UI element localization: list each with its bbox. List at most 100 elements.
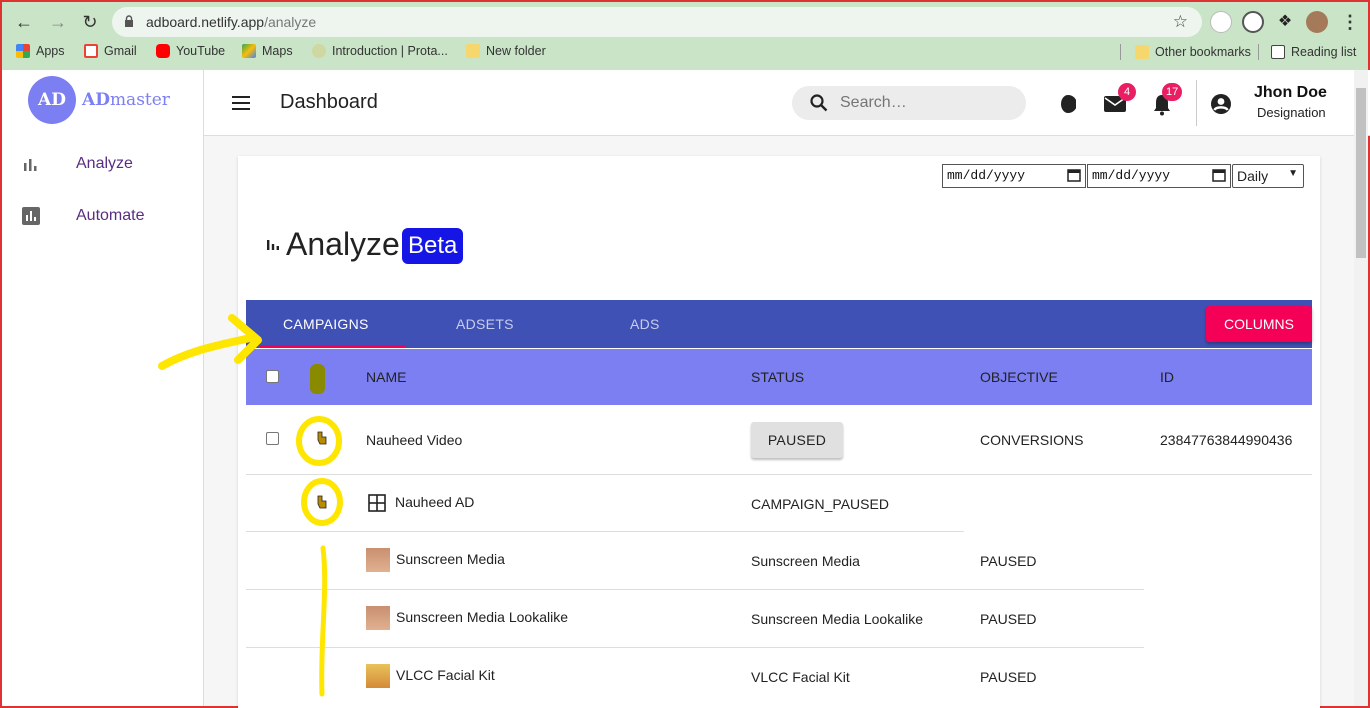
address-bar[interactable]: adboard.netlify.app/analyze ☆ xyxy=(112,7,1202,37)
bookmark-gmail[interactable]: Gmail xyxy=(84,44,137,58)
table-header: NAME STATUS OBJECTIVE ID xyxy=(246,349,1312,405)
expand-hand-icon[interactable] xyxy=(316,495,328,509)
ad-status: PAUSED xyxy=(980,611,1037,627)
date-from-input[interactable]: mm/dd/yyyy xyxy=(942,164,1086,188)
campaign-status-button[interactable]: PAUSED xyxy=(751,422,843,458)
other-bookmarks[interactable]: Other bookmarks xyxy=(1120,44,1251,60)
url-text: adboard.netlify.app/analyze xyxy=(146,14,317,30)
granularity-select[interactable]: Daily ▼ xyxy=(1232,164,1304,188)
reading-list[interactable]: Reading list xyxy=(1258,44,1356,60)
table-row[interactable]: Sunscreen Media Sunscreen Media PAUSED xyxy=(246,532,1312,590)
ad-status: PAUSED xyxy=(980,553,1037,569)
sidebar-item-automate[interactable]: Automate xyxy=(22,204,144,228)
chevron-down-icon: ▼ xyxy=(1288,168,1298,179)
column-header-objective[interactable]: OBJECTIVE xyxy=(980,369,1058,385)
campaign-name[interactable]: Nauheed Video xyxy=(366,432,462,448)
search-input[interactable] xyxy=(840,92,1010,114)
calendar-icon[interactable] xyxy=(1212,168,1226,182)
sidebar-item-label: Analyze xyxy=(76,155,133,172)
active-tab-indicator xyxy=(260,345,406,348)
search-box[interactable] xyxy=(792,86,1026,120)
tab-ads[interactable]: ADS xyxy=(630,300,660,348)
page-title: Dashboard xyxy=(280,91,378,113)
reading-list-icon xyxy=(1271,45,1285,59)
select-all-checkbox[interactable] xyxy=(266,370,279,383)
top-bar: Dashboard 4 17 Jhon Doe Designation xyxy=(204,70,1370,136)
column-header-id[interactable]: ID xyxy=(1160,369,1174,385)
search-icon xyxy=(810,94,828,112)
analyze-heading: Analyze xyxy=(286,226,400,262)
adset-status: CAMPAIGN_PAUSED xyxy=(751,496,889,512)
ad-name[interactable]: Sunscreen Media Lookalike xyxy=(396,609,568,625)
divider xyxy=(1258,44,1259,60)
folder-icon xyxy=(466,44,480,58)
assessment-icon xyxy=(22,207,40,225)
campaign-id: 23847763844990436 xyxy=(1160,432,1293,448)
table-row[interactable]: Sunscreen Media Lookalike Sunscreen Medi… xyxy=(246,590,1312,648)
puzzle-icon[interactable]: ❖ xyxy=(1274,11,1296,33)
columns-button[interactable]: COLUMNS xyxy=(1206,306,1312,342)
scrollbar-thumb[interactable] xyxy=(1356,88,1366,258)
page-scrollbar[interactable] xyxy=(1354,70,1368,706)
ad-name[interactable]: VLCC Facial Kit xyxy=(396,667,495,683)
gmail-icon xyxy=(84,44,98,58)
sidebar-item-analyze[interactable]: Analyze xyxy=(22,152,133,176)
ad-adset: VLCC Facial Kit xyxy=(751,669,850,685)
app-window: AD ADmaster Analyze Automate Dashboard 4… xyxy=(0,70,1370,708)
ad-adset: Sunscreen Media Lookalike xyxy=(751,611,923,627)
ad-adset: Sunscreen Media xyxy=(751,553,860,569)
account-circle-icon[interactable] xyxy=(1210,93,1232,115)
dark-mode-moon-icon[interactable] xyxy=(1056,94,1076,114)
maps-icon xyxy=(242,44,256,58)
campaign-objective: CONVERSIONS xyxy=(980,432,1084,448)
back-icon[interactable]: ← xyxy=(12,10,36,34)
bookmark-youtube[interactable]: YouTube xyxy=(156,44,225,58)
grid-icon xyxy=(368,494,386,512)
table-row[interactable]: Nauheed AD CAMPAIGN_PAUSED xyxy=(246,475,1312,532)
ad-thumbnail xyxy=(366,606,390,630)
logo-text: ADmaster xyxy=(82,90,170,110)
column-header-name[interactable]: NAME xyxy=(366,369,406,385)
logo-badge: AD xyxy=(28,76,76,124)
extension-icon[interactable] xyxy=(1210,11,1232,33)
bookmark-maps[interactable]: Maps xyxy=(242,44,293,58)
menu-kebab-icon[interactable]: ⋮ xyxy=(1338,10,1362,34)
site-icon xyxy=(312,44,326,58)
divider xyxy=(1120,44,1121,60)
user-name: Jhon Doe xyxy=(1254,84,1327,101)
ad-thumbnail xyxy=(366,664,390,688)
bar-chart-icon xyxy=(24,159,37,171)
notification-count-badge: 17 xyxy=(1162,83,1183,101)
extension-icon[interactable] xyxy=(1242,11,1264,33)
bookmark-new-folder[interactable]: New folder xyxy=(466,44,546,58)
bookmark-star-icon[interactable]: ☆ xyxy=(1173,12,1188,32)
ad-name[interactable]: Sunscreen Media xyxy=(396,551,505,567)
divider xyxy=(1196,80,1197,126)
main-content: mm/dd/yyyy mm/dd/yyyy Daily ▼ Analyze Be… xyxy=(204,136,1356,708)
folder-icon xyxy=(1135,45,1149,59)
row-checkbox[interactable] xyxy=(266,432,279,445)
browser-chrome: ← → ↻ adboard.netlify.app/analyze ☆ ❖ ⋮ … xyxy=(0,0,1370,70)
forward-icon[interactable]: → xyxy=(46,10,70,34)
expand-hand-icon[interactable] xyxy=(316,431,328,445)
date-to-input[interactable]: mm/dd/yyyy xyxy=(1087,164,1231,188)
calendar-icon[interactable] xyxy=(1067,168,1081,182)
column-header-status[interactable]: STATUS xyxy=(751,369,804,385)
bar-chart-icon xyxy=(267,240,279,250)
youtube-icon xyxy=(156,44,170,58)
sidebar: AD ADmaster Analyze Automate xyxy=(2,70,204,706)
profile-avatar[interactable] xyxy=(1306,11,1328,33)
table-row[interactable]: VLCC Facial Kit VLCC Facial Kit PAUSED xyxy=(246,648,1312,706)
tab-campaigns[interactable]: CAMPAIGNS xyxy=(283,300,369,348)
ad-thumbnail xyxy=(366,548,390,572)
hamburger-menu-icon[interactable] xyxy=(232,96,250,110)
mail-count-badge: 4 xyxy=(1118,83,1136,101)
adset-name[interactable]: Nauheed AD xyxy=(395,494,474,510)
reload-icon[interactable]: ↻ xyxy=(78,10,102,34)
apps-grid-icon xyxy=(16,44,30,58)
tab-adsets[interactable]: ADSETS xyxy=(456,300,514,348)
tabs-bar: CAMPAIGNS ADSETS ADS COLUMNS xyxy=(246,300,1312,348)
bookmark-apps[interactable]: Apps xyxy=(16,44,65,58)
bookmark-introduction[interactable]: Introduction | Prota... xyxy=(312,44,448,58)
table-row[interactable]: Nauheed Video PAUSED CONVERSIONS 2384776… xyxy=(246,405,1312,475)
